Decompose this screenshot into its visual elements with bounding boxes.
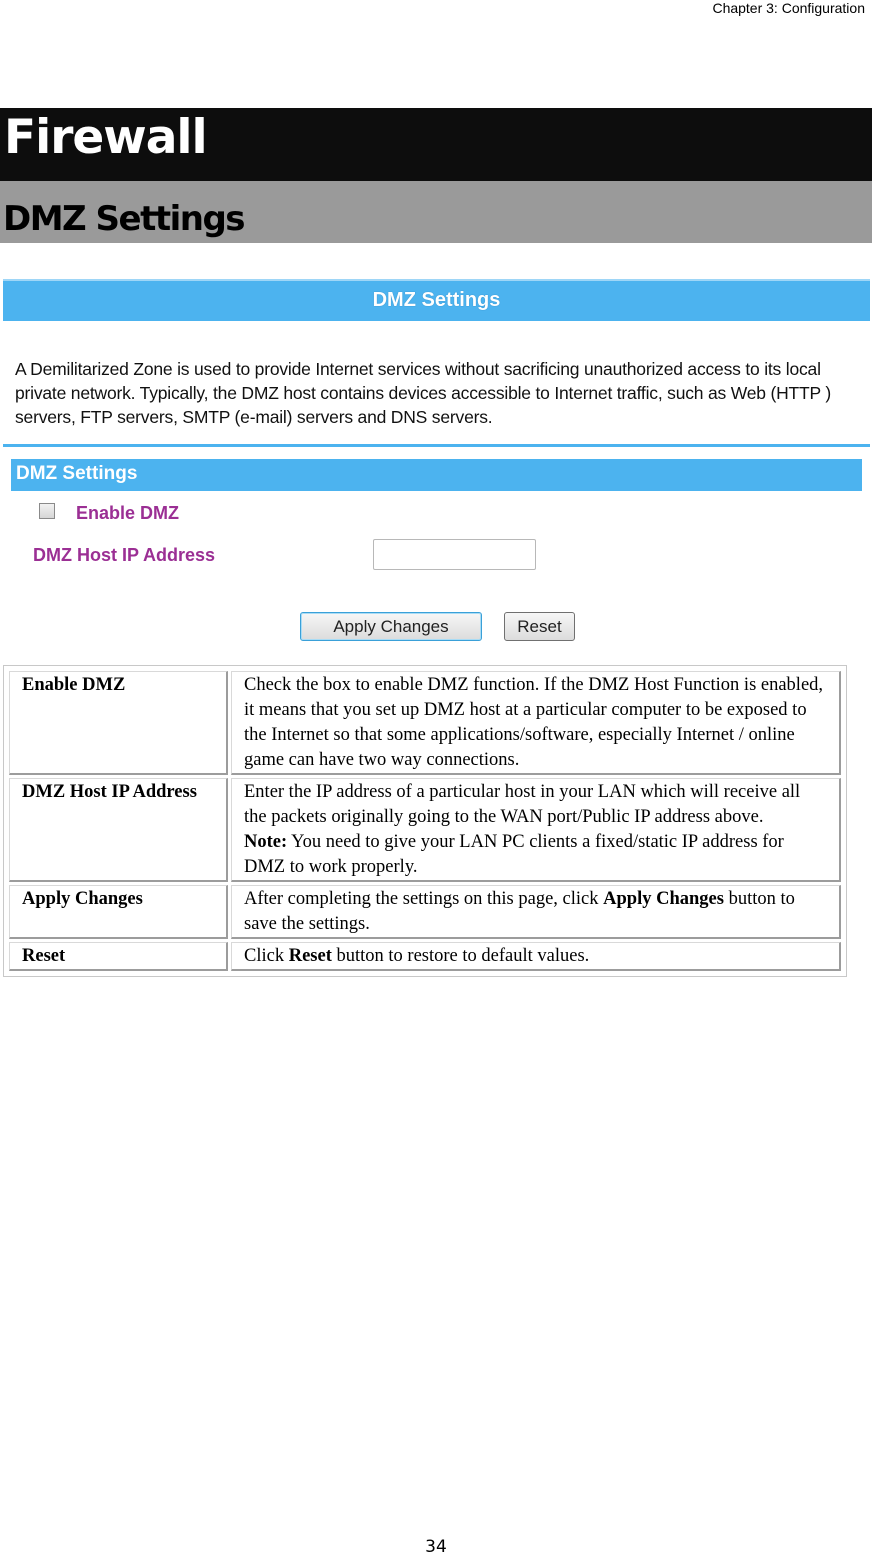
section-title: DMZ Settings bbox=[16, 463, 138, 484]
divider bbox=[3, 444, 870, 447]
table-description: Click Reset button to restore to default… bbox=[231, 942, 841, 971]
section-bar: DMZ Settings bbox=[11, 459, 862, 491]
apply-changes-button[interactable]: Apply Changes bbox=[300, 612, 482, 641]
table-description: Check the box to enable DMZ function. If… bbox=[231, 671, 841, 775]
table-row: Reset Click Reset button to restore to de… bbox=[9, 942, 841, 971]
description-paragraph: Check the box to enable DMZ function. If… bbox=[244, 673, 827, 773]
description-paragraph: Note: You need to give your LAN PC clien… bbox=[244, 830, 827, 880]
settings-description-table: Enable DMZ Check the box to enable DMZ fu… bbox=[3, 665, 847, 977]
description-paragraph: Click Reset button to restore to default… bbox=[244, 944, 827, 969]
dmz-settings-screenshot: DMZ Settings A Demilitarized Zone is use… bbox=[3, 279, 870, 649]
description-text: Check the box to enable DMZ function. If… bbox=[244, 675, 824, 770]
heading-dmz-settings-bar: DMZ Settings bbox=[0, 181, 872, 243]
description-emphasis: Reset bbox=[288, 946, 332, 966]
dmz-host-ip-label: DMZ Host IP Address bbox=[33, 545, 216, 565]
table-row: Apply Changes After completing the settin… bbox=[9, 885, 841, 939]
table-row: DMZ Host IP Address Enter the IP address … bbox=[9, 778, 841, 882]
heading-firewall-bar: Firewall bbox=[0, 108, 872, 181]
running-header: Chapter 3: Configuration bbox=[712, 0, 865, 16]
table-term: Apply Changes bbox=[9, 885, 228, 939]
screenshot-description: A Demilitarized Zone is used to provide … bbox=[15, 359, 831, 427]
table-term: DMZ Host IP Address bbox=[9, 778, 228, 882]
heading-dmz-settings: DMZ Settings bbox=[3, 199, 246, 239]
table-description: Enter the IP address of a particular hos… bbox=[231, 778, 841, 882]
screenshot-title: DMZ Settings bbox=[372, 289, 501, 311]
enable-dmz-checkbox[interactable] bbox=[39, 503, 55, 519]
description-text: You need to give your LAN PC clients a f… bbox=[244, 832, 784, 877]
description-text: Enter the IP address of a particular hos… bbox=[244, 782, 801, 827]
description-emphasis: Note: bbox=[244, 832, 288, 852]
screenshot-title-bar: DMZ Settings bbox=[3, 279, 870, 321]
table-description: After completing the settings on this pa… bbox=[231, 885, 841, 939]
table-term: Enable DMZ bbox=[9, 671, 228, 775]
description-emphasis: Apply Changes bbox=[603, 889, 724, 909]
reset-button[interactable]: Reset bbox=[504, 612, 575, 641]
description-text: After completing the settings on this pa… bbox=[244, 889, 604, 909]
table-row: Enable DMZ Check the box to enable DMZ fu… bbox=[9, 671, 841, 775]
description-paragraph: After completing the settings on this pa… bbox=[244, 887, 827, 937]
table-term: Reset bbox=[9, 942, 228, 971]
description-text: button to restore to default values. bbox=[331, 946, 590, 966]
enable-dmz-label: Enable DMZ bbox=[76, 503, 180, 523]
heading-firewall: Firewall bbox=[4, 110, 208, 165]
description-text: Click bbox=[244, 946, 289, 966]
description-paragraph: Enter the IP address of a particular hos… bbox=[244, 780, 827, 830]
page-number: 34 bbox=[425, 1537, 447, 1557]
dmz-host-ip-input[interactable] bbox=[373, 539, 536, 570]
